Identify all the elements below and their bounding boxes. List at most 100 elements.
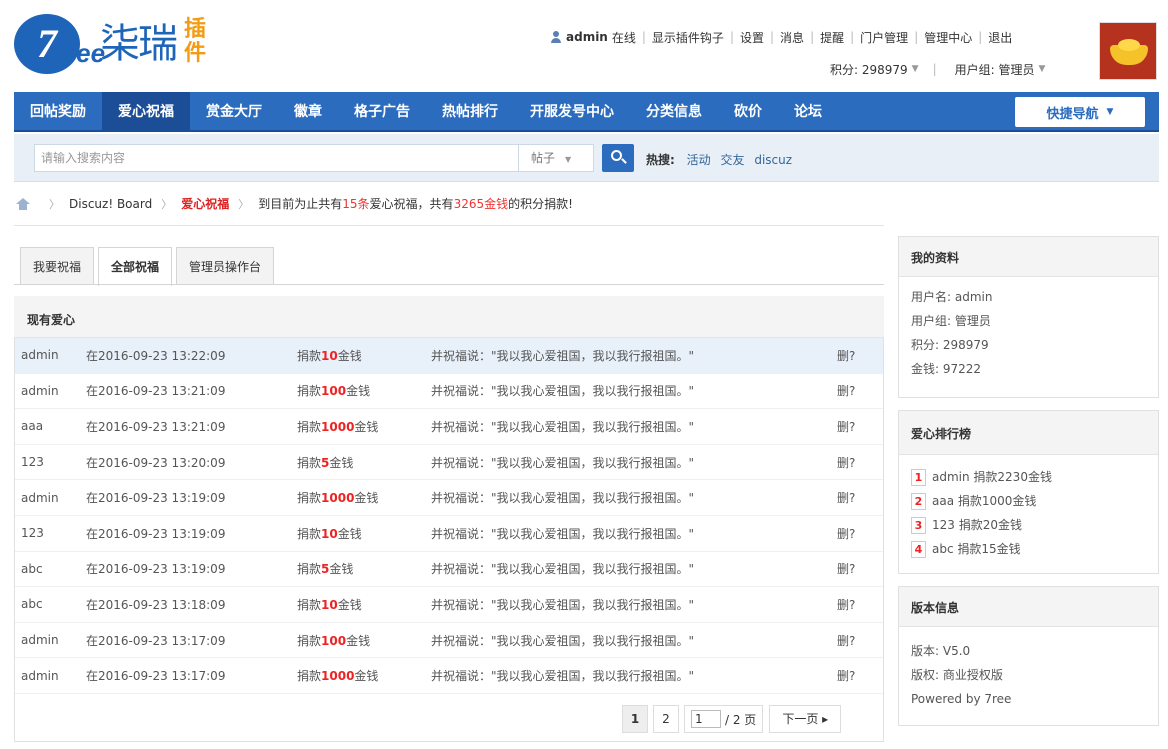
row-user[interactable]: admin bbox=[21, 669, 59, 683]
donation-prefix: 捐款 bbox=[297, 562, 322, 577]
donation-prefix: 捐款 bbox=[297, 633, 322, 648]
row-time: 在2016-09-23 13:17:09 bbox=[86, 669, 226, 684]
portal-admin-link[interactable]: 门户管理 bbox=[860, 29, 908, 46]
row-user[interactable]: 123 bbox=[21, 526, 44, 540]
donation-unit: 金钱 bbox=[354, 491, 379, 506]
nav-item-reply-reward[interactable]: 回帖奖励 bbox=[14, 92, 102, 130]
row-message: 并祝福说："我以我心爱祖国，我以我行报祖国。" bbox=[431, 419, 695, 434]
logout-link[interactable]: 退出 bbox=[988, 29, 1012, 46]
nav-item-bargain[interactable]: 砍价 bbox=[718, 92, 778, 130]
nav-item-server-codes[interactable]: 开服发号中心 bbox=[514, 92, 630, 130]
user-icon bbox=[550, 31, 562, 43]
donation-amount: 10 bbox=[321, 597, 338, 612]
username-link[interactable]: admin bbox=[566, 30, 608, 44]
row-user[interactable]: 123 bbox=[21, 455, 44, 469]
page-1-button[interactable]: 1 bbox=[622, 705, 648, 733]
row-time: 在2016-09-23 13:19:09 bbox=[86, 491, 226, 506]
home-icon[interactable] bbox=[16, 197, 30, 210]
row-user[interactable]: aaa bbox=[21, 419, 43, 433]
chevron-down-icon: ▼ bbox=[1038, 64, 1046, 74]
nav-item-bounty[interactable]: 赏金大厅 bbox=[190, 92, 278, 130]
next-page-button[interactable]: 下一页 ▸ bbox=[769, 705, 842, 733]
breadcrumb-board[interactable]: Discuz! Board bbox=[69, 197, 152, 211]
reminder-link[interactable]: 提醒 bbox=[820, 29, 844, 46]
points-dropdown[interactable]: 积分: 298979 bbox=[830, 61, 908, 78]
avatar[interactable] bbox=[1099, 22, 1157, 80]
rank-item[interactable]: 1 admin 捐款2230金钱 bbox=[911, 465, 1146, 489]
nav-item-forum[interactable]: 论坛 bbox=[778, 92, 838, 130]
rank-text: aaa 捐款1000金钱 bbox=[932, 494, 1037, 508]
delete-link[interactable]: 删? bbox=[837, 525, 855, 542]
donation-prefix: 捐款 bbox=[297, 419, 322, 434]
tab-admin-console[interactable]: 管理员操作台 bbox=[176, 247, 275, 285]
hot-link[interactable]: discuz bbox=[754, 153, 792, 167]
nav-item-hot-threads[interactable]: 热帖排行 bbox=[426, 92, 514, 130]
row-time: 在2016-09-23 13:21:09 bbox=[86, 384, 226, 399]
search-type-select[interactable]: 帖子 ▼ bbox=[518, 144, 594, 172]
search-input[interactable]: 请输入搜索内容 bbox=[34, 144, 518, 172]
table-row: admin 在2016-09-23 13:17:09 捐款100金钱 并祝福说："我以… bbox=[15, 623, 883, 659]
table-row: admin 在2016-09-23 13:17:09 捐款1000金钱 并祝福说："我… bbox=[15, 658, 883, 694]
summary-text: 爱心祝福，共有 bbox=[369, 197, 454, 211]
powered-by[interactable]: Powered by 7ree bbox=[911, 687, 1146, 711]
nav-item-badge[interactable]: 徽章 bbox=[278, 92, 338, 130]
my-profile-panel: 我的资料 用户名: admin 用户组: 管理员 积分: 298979 金钱: … bbox=[898, 236, 1159, 398]
row-user[interactable]: abc bbox=[21, 597, 43, 611]
tab-my-blessing[interactable]: 我要祝福 bbox=[20, 247, 95, 285]
hot-link[interactable]: 交友 bbox=[720, 153, 744, 167]
row-message: 并祝福说："我以我心爱祖国，我以我行报祖国。" bbox=[431, 526, 695, 541]
user-stats-bar: 积分: 298979 ▼ | 用户组: 管理员 ▼ bbox=[830, 61, 1046, 78]
delete-link[interactable]: 删? bbox=[837, 347, 855, 364]
row-donation: 捐款1000金钱 bbox=[297, 418, 378, 435]
rank-item[interactable]: 3 123 捐款20金钱 bbox=[911, 513, 1146, 537]
top-user-bar: admin 在线 | 显示插件钩子 | 设置 | 消息 | 提醒 | 门户管理 | 管理中心… bbox=[550, 28, 1012, 46]
hot-link[interactable]: 活动 bbox=[687, 153, 711, 167]
delete-link[interactable]: 删? bbox=[837, 632, 855, 649]
delete-link[interactable]: 删? bbox=[837, 667, 855, 684]
delete-link[interactable]: 删? bbox=[837, 560, 855, 577]
delete-link[interactable]: 删? bbox=[837, 454, 855, 471]
row-message: 并祝福说："我以我心爱祖国，我以我行报祖国。" bbox=[431, 455, 695, 470]
delete-link[interactable]: 删? bbox=[837, 382, 855, 399]
summary-text: 的积分捐款! bbox=[508, 197, 573, 211]
hook-link[interactable]: 显示插件钩子 bbox=[652, 29, 724, 46]
settings-link[interactable]: 设置 bbox=[740, 29, 764, 46]
page-2-button[interactable]: 2 bbox=[653, 705, 679, 733]
profile-money: 金钱: 97222 bbox=[911, 362, 982, 376]
delete-link[interactable]: 删? bbox=[837, 489, 855, 506]
page-input[interactable]: 1 bbox=[691, 710, 721, 728]
breadcrumb-current[interactable]: 爱心祝福 bbox=[181, 195, 229, 212]
messages-link[interactable]: 消息 bbox=[780, 29, 804, 46]
row-user[interactable]: abc bbox=[21, 562, 43, 576]
usergroup-dropdown[interactable]: 用户组: 管理员 bbox=[955, 61, 1035, 78]
row-donation: 捐款10金钱 bbox=[297, 525, 362, 542]
version-number: 版本: V5.0 bbox=[911, 644, 971, 658]
donation-unit: 金钱 bbox=[354, 669, 379, 684]
row-user[interactable]: admin bbox=[21, 384, 59, 398]
donation-amount: 10 bbox=[321, 348, 338, 363]
site-logo[interactable]: 7 ree 柒瑞 插件 bbox=[14, 10, 214, 76]
search-button[interactable] bbox=[602, 144, 634, 172]
nav-item-classifieds[interactable]: 分类信息 bbox=[630, 92, 718, 130]
delete-link[interactable]: 删? bbox=[837, 418, 855, 435]
table-row: 123 在2016-09-23 13:20:09 捐款5金钱 并祝福说："我以我心爱祖… bbox=[15, 445, 883, 481]
rank-item[interactable]: 2 aaa 捐款1000金钱 bbox=[911, 489, 1146, 513]
admin-center-link[interactable]: 管理中心 bbox=[924, 29, 972, 46]
ranking-panel: 爱心排行榜 1 admin 捐款2230金钱 2 aaa 捐款1000金钱 3 123… bbox=[898, 410, 1159, 574]
quick-nav-button[interactable]: 快捷导航 ▼ bbox=[1015, 97, 1145, 127]
nav-item-blessing[interactable]: 爱心祝福 bbox=[102, 92, 190, 130]
tab-all-blessings[interactable]: 全部祝福 bbox=[98, 247, 173, 286]
rank-item[interactable]: 4 abc 捐款15金钱 bbox=[911, 537, 1146, 561]
donation-prefix: 捐款 bbox=[297, 455, 322, 470]
row-donation: 捐款5金钱 bbox=[297, 454, 353, 471]
donation-amount: 1000 bbox=[321, 669, 355, 684]
row-user[interactable]: admin bbox=[21, 348, 59, 362]
row-user[interactable]: admin bbox=[21, 491, 59, 505]
row-time: 在2016-09-23 13:19:09 bbox=[86, 526, 226, 541]
table-row: abc 在2016-09-23 13:18:09 捐款10金钱 并祝福说："我以我心爱… bbox=[15, 587, 883, 623]
delete-link[interactable]: 删? bbox=[837, 596, 855, 613]
nav-item-grid-ads[interactable]: 格子广告 bbox=[338, 92, 426, 130]
row-user[interactable]: admin bbox=[21, 633, 59, 647]
hot-searches: 热搜: 活动 交友 discuz bbox=[646, 151, 798, 168]
donation-amount: 1000 bbox=[321, 491, 355, 506]
